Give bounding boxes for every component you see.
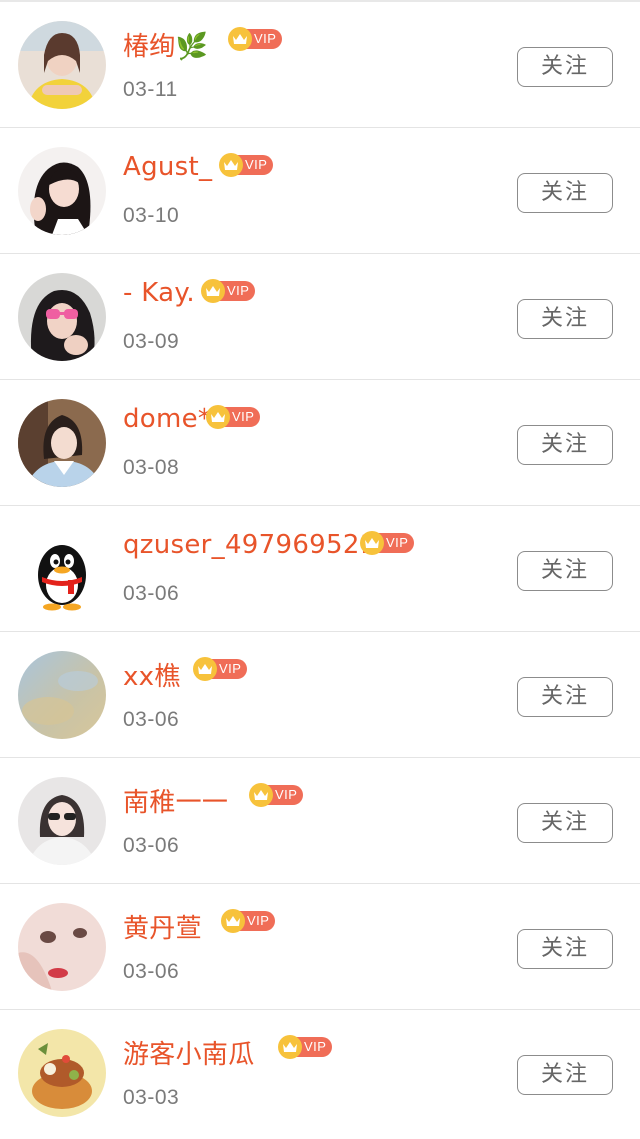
follow-date: 03-06 [123,582,180,605]
crown-icon [360,531,384,555]
username[interactable]: Agust_ [123,152,212,182]
vip-badge: VIP [206,405,261,429]
crown-icon [193,657,217,681]
follow-button[interactable]: 关注 [517,677,613,717]
list-item[interactable]: - Kay. VIP 03-09 关注 [0,254,640,380]
follow-date: 03-11 [123,78,178,101]
follow-button[interactable]: 关注 [517,299,613,339]
follower-list: 椿绚🌿 VIP 03-11 关注 Agust_ VIP 03-10 关注 - K… [0,0,640,1139]
follow-date: 03-06 [123,960,180,983]
follow-date: 03-09 [123,330,180,353]
qq-penguin-icon[interactable] [18,525,106,613]
crown-icon [219,153,243,177]
username[interactable]: 游客小南瓜 [123,1034,255,1071]
vip-badge: VIP [249,783,304,807]
follow-date: 03-10 [123,204,180,227]
follow-date: 03-03 [123,1086,180,1109]
username[interactable]: dome* [123,404,211,434]
vip-badge: VIP [193,657,248,681]
follow-button[interactable]: 关注 [517,425,613,465]
list-item[interactable]: 黄丹萱 VIP 03-06 关注 [0,884,640,1010]
username[interactable]: 黄丹萱 [123,908,202,945]
username[interactable]: qzuser_497969521 [123,530,377,560]
list-item[interactable]: qzuser_497969521 VIP 03-06 关注 [0,506,640,632]
avatar[interactable] [18,903,106,991]
vip-badge: VIP [228,27,283,51]
avatar[interactable] [18,147,106,235]
list-item[interactable]: Agust_ VIP 03-10 关注 [0,128,640,254]
avatar[interactable] [18,651,106,739]
avatar[interactable] [18,777,106,865]
vip-badge: VIP [278,1035,333,1059]
crown-icon [201,279,225,303]
avatar[interactable] [18,399,106,487]
avatar[interactable] [18,273,106,361]
username[interactable]: xx樵 [123,656,181,693]
follow-date: 03-06 [123,834,180,857]
crown-icon [278,1035,302,1059]
crown-icon [221,909,245,933]
username[interactable]: 南稚一一 [123,782,228,819]
list-item[interactable]: dome* VIP 03-08 关注 [0,380,640,506]
follow-button[interactable]: 关注 [517,803,613,843]
list-item[interactable]: 游客小南瓜 VIP 03-03 关注 [0,1010,640,1136]
crown-icon [228,27,252,51]
vip-badge: VIP [221,909,276,933]
crown-icon [206,405,230,429]
vip-badge: VIP [201,279,256,303]
crown-icon [249,783,273,807]
avatar[interactable] [18,21,106,109]
avatar[interactable] [18,1029,106,1117]
follow-button[interactable]: 关注 [517,47,613,87]
follow-date: 03-08 [123,456,180,479]
list-item[interactable]: 椿绚🌿 VIP 03-11 关注 [0,2,640,128]
username[interactable]: 椿绚🌿 [123,26,208,63]
vip-badge: VIP [219,153,274,177]
list-item[interactable]: xx樵 VIP 03-06 关注 [0,632,640,758]
follow-date: 03-06 [123,708,180,731]
follow-button[interactable]: 关注 [517,551,613,591]
follow-button[interactable]: 关注 [517,173,613,213]
follow-button[interactable]: 关注 [517,1055,613,1095]
list-item[interactable]: 南稚一一 VIP 03-06 关注 [0,758,640,884]
vip-badge: VIP [360,531,415,555]
follow-button[interactable]: 关注 [517,929,613,969]
username[interactable]: - Kay. [123,278,195,308]
